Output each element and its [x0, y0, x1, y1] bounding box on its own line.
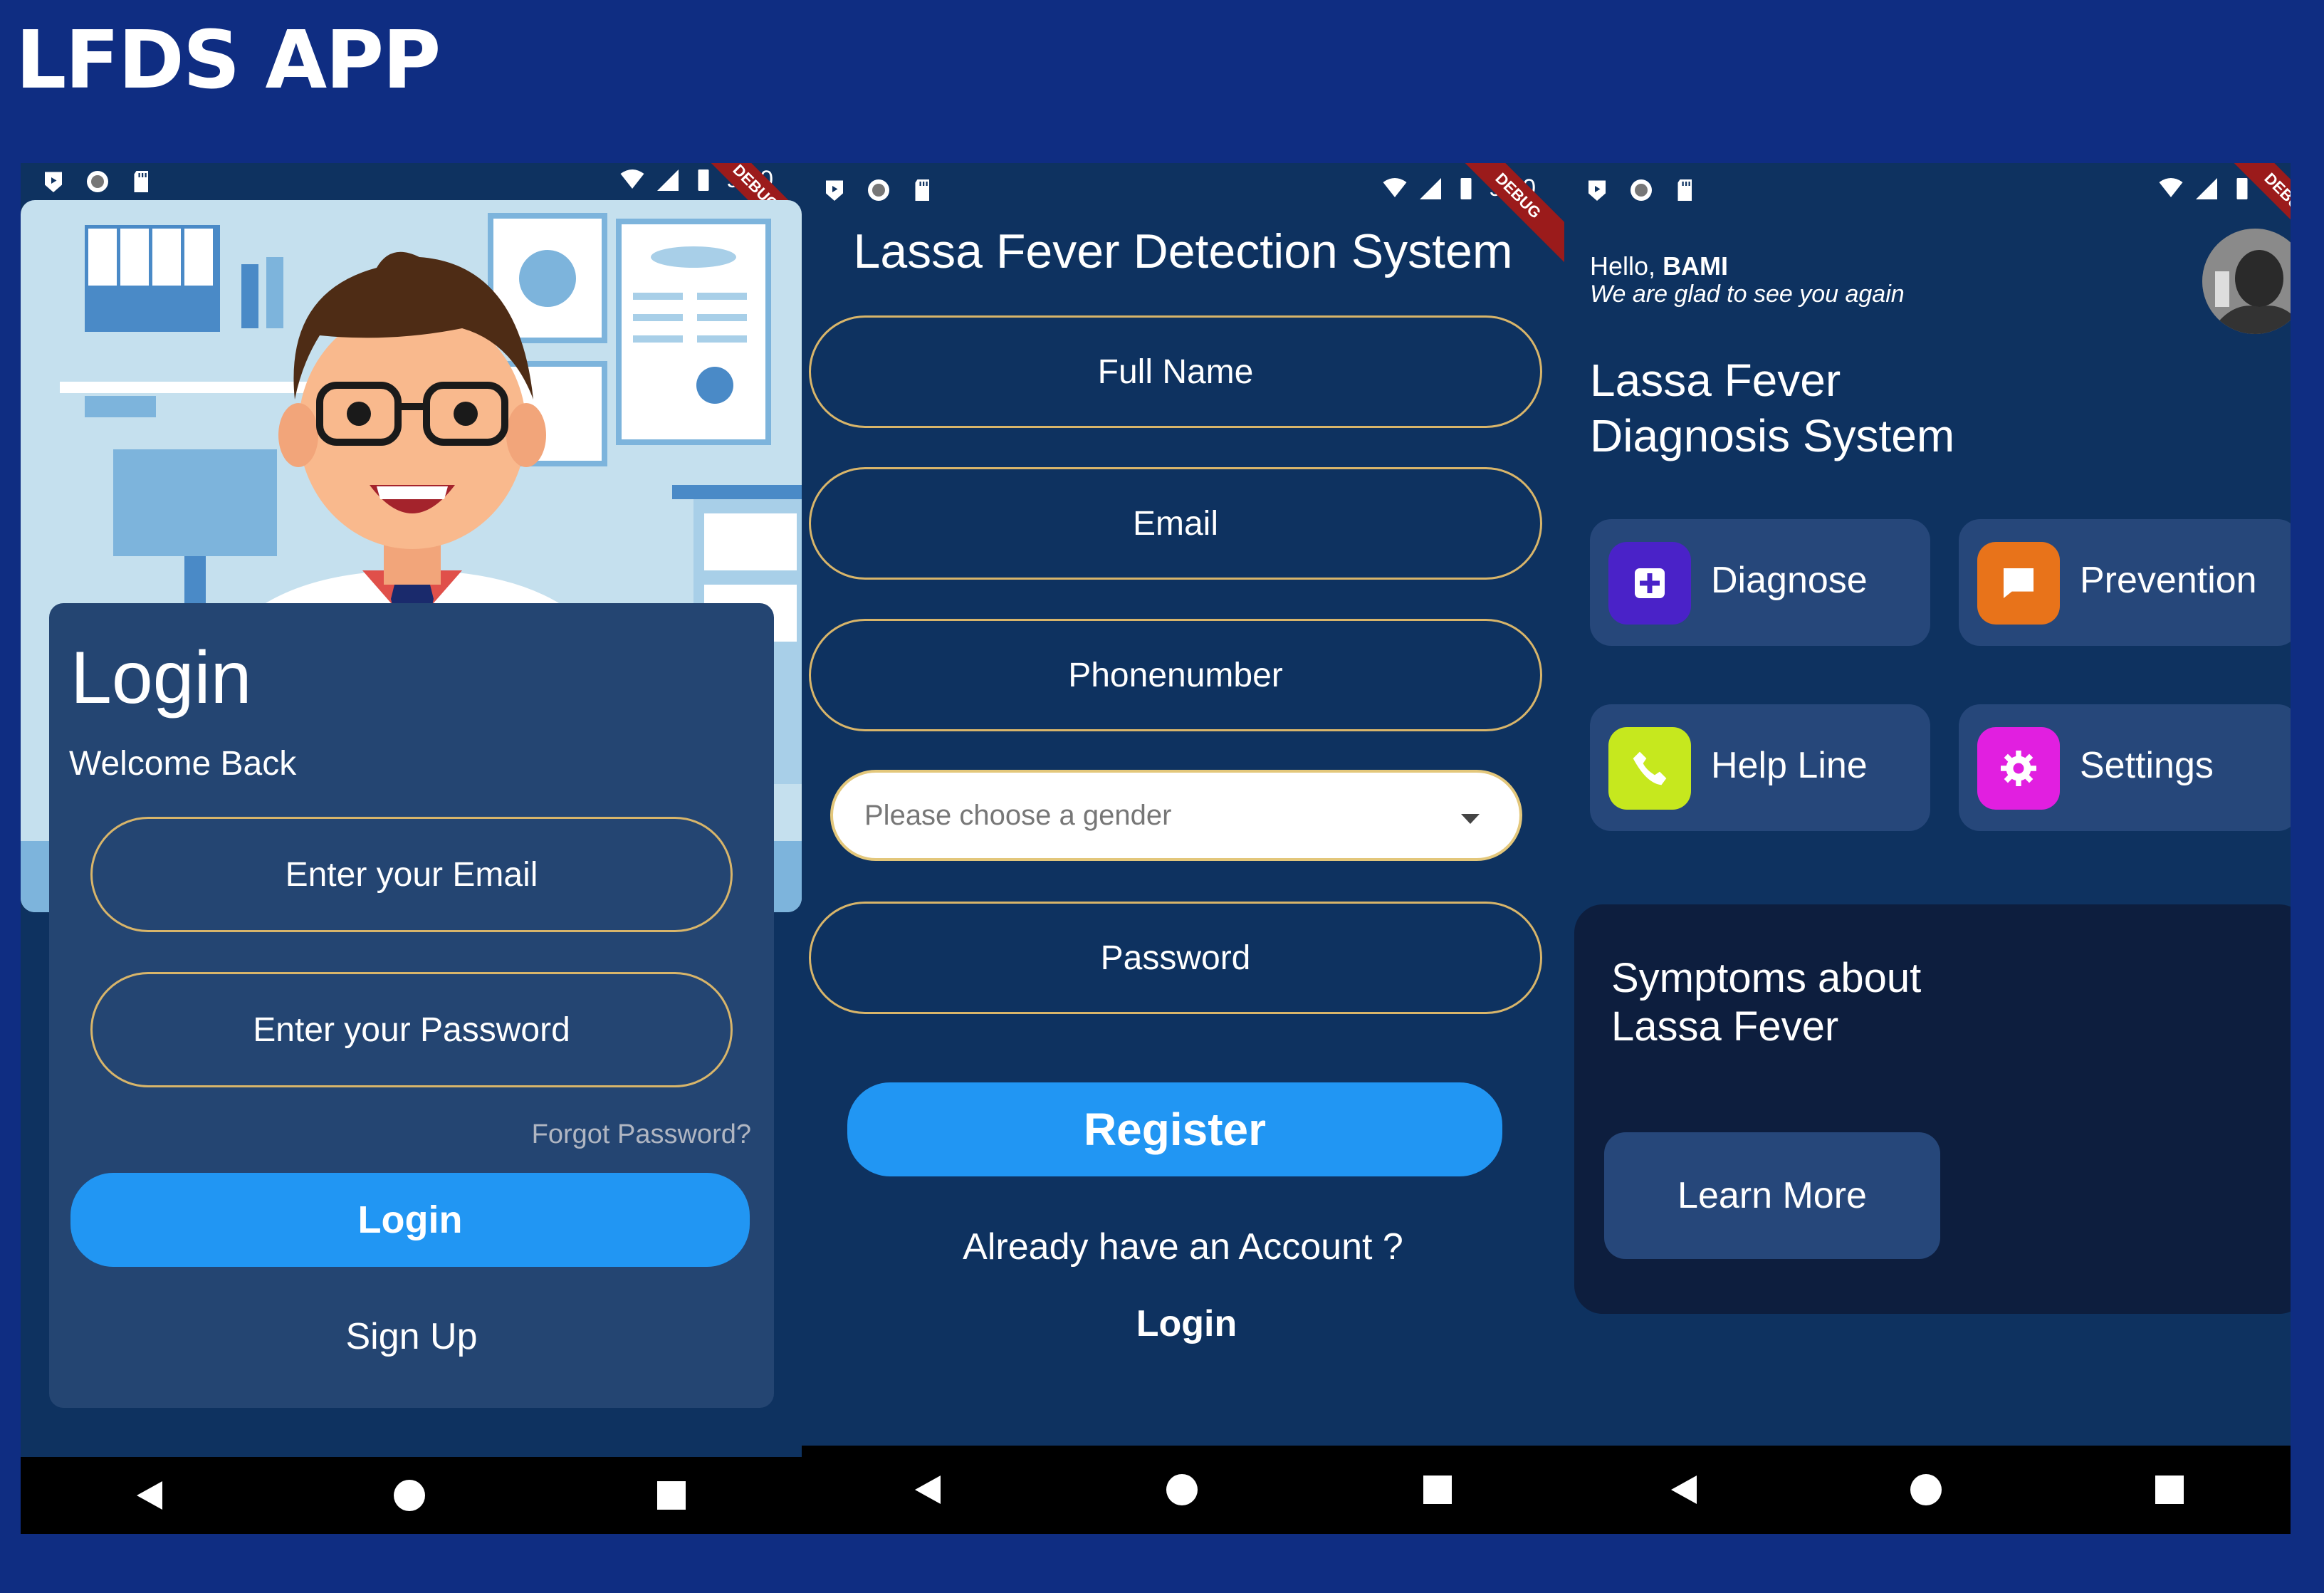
play-protect-icon	[1588, 180, 1606, 201]
login-screen: 9:40 DEBUG	[21, 163, 802, 1534]
wifi-icon	[620, 169, 644, 189]
sd-card-icon	[915, 179, 929, 201]
password-field[interactable]: Password	[809, 902, 1542, 1014]
dashboard-title: Lassa Fever Diagnosis System	[1590, 352, 1954, 464]
battery-icon	[1460, 177, 1472, 199]
back-icon[interactable]	[136, 1481, 162, 1510]
title-line-2: Diagnosis System	[1590, 410, 1955, 461]
circle-status-icon	[868, 179, 889, 201]
app-title: LFDS APP	[16, 14, 441, 107]
gender-placeholder: Please choose a gender	[864, 800, 1172, 831]
dashboard-screen: 9:40 DEBUG Hello, BAMI We are glad to se…	[1564, 163, 2291, 1534]
signup-link[interactable]: Sign Up	[49, 1315, 774, 1358]
signal-icon	[1419, 177, 1441, 199]
login-link[interactable]: Login	[809, 1302, 1564, 1345]
title-line-1: Lassa Fever	[1590, 355, 1841, 406]
nav-bar	[802, 1446, 1564, 1534]
message-icon	[1977, 542, 2060, 625]
play-protect-icon	[45, 172, 62, 192]
tile-prevention[interactable]: Prevention	[1959, 519, 2291, 646]
register-button[interactable]: Register	[847, 1082, 1502, 1176]
password-field[interactable]: Enter your Password	[90, 972, 733, 1087]
register-screen: 9:40 DEBUG Lassa Fever Detection System …	[802, 163, 1564, 1534]
sd-card-icon	[1677, 179, 1692, 201]
status-bar: 9:40 DEBUG	[21, 163, 802, 261]
back-icon[interactable]	[1671, 1476, 1697, 1504]
login-subtitle: Welcome Back	[69, 745, 297, 783]
login-button[interactable]: Login	[70, 1173, 750, 1267]
tile-diagnose[interactable]: Diagnose	[1590, 519, 1930, 646]
home-icon[interactable]	[1166, 1474, 1198, 1505]
home-icon[interactable]	[1910, 1474, 1942, 1505]
email-field[interactable]: Email	[809, 467, 1542, 580]
circle-status-icon	[1631, 179, 1652, 201]
login-title: Login	[70, 637, 252, 719]
recents-icon[interactable]	[2155, 1476, 2184, 1504]
phone-icon	[1608, 727, 1691, 810]
symptoms-line-2: Lassa Fever	[1611, 1003, 1839, 1050]
register-title: Lassa Fever Detection System	[853, 224, 1513, 278]
user-name: BAMI	[1663, 251, 1729, 281]
full-name-field[interactable]: Full Name	[809, 315, 1542, 428]
wifi-icon	[2159, 177, 2183, 197]
symptoms-card: Symptoms about Lassa Fever Learn More	[1574, 904, 2291, 1314]
medical-plus-icon	[1608, 542, 1691, 625]
signal-icon	[656, 169, 679, 191]
greeting-subtitle: We are glad to see you again	[1590, 281, 1905, 308]
login-card: Login Welcome Back Enter your Email Ente…	[49, 603, 774, 1408]
nav-bar	[21, 1457, 802, 1534]
tile-label: Settings	[2080, 745, 2214, 786]
greeting-prefix: Hello,	[1590, 251, 1656, 281]
play-protect-icon	[826, 180, 843, 201]
gender-dropdown[interactable]: Please choose a gender	[830, 770, 1522, 861]
tile-help-line[interactable]: Help Line	[1590, 704, 1930, 831]
sd-card-icon	[134, 171, 148, 192]
phone-field[interactable]: Phonenumber	[809, 619, 1542, 731]
nav-bar	[1564, 1446, 2291, 1534]
gear-icon	[1977, 727, 2060, 810]
status-bar: 9:40 DEBUG	[1564, 163, 2291, 269]
symptoms-title: Symptoms about Lassa Fever	[1611, 954, 1921, 1051]
tile-label: Diagnose	[1711, 560, 1868, 601]
circle-status-icon	[87, 171, 108, 192]
learn-more-button[interactable]: Learn More	[1604, 1132, 1940, 1259]
back-icon[interactable]	[914, 1476, 941, 1504]
forgot-password-link[interactable]: Forgot Password?	[532, 1119, 751, 1150]
recents-icon[interactable]	[1423, 1476, 1452, 1504]
wifi-icon	[1383, 177, 1407, 197]
home-icon[interactable]	[394, 1480, 426, 1511]
tile-label: Prevention	[2080, 560, 2257, 601]
avatar[interactable]	[2202, 229, 2291, 334]
tile-settings[interactable]: Settings	[1959, 704, 2291, 831]
status-bar: 9:40 DEBUG	[802, 163, 1564, 269]
chevron-down-icon	[1461, 814, 1480, 824]
signal-icon	[2195, 177, 2217, 199]
have-account-text: Already have an Account ?	[963, 1226, 1403, 1268]
email-field[interactable]: Enter your Email	[90, 817, 733, 932]
battery-icon	[698, 169, 709, 191]
tile-label: Help Line	[1711, 745, 1868, 786]
greeting: Hello, BAMI	[1590, 251, 1728, 281]
symptoms-line-1: Symptoms about	[1611, 955, 1922, 1001]
recents-icon[interactable]	[657, 1481, 686, 1510]
